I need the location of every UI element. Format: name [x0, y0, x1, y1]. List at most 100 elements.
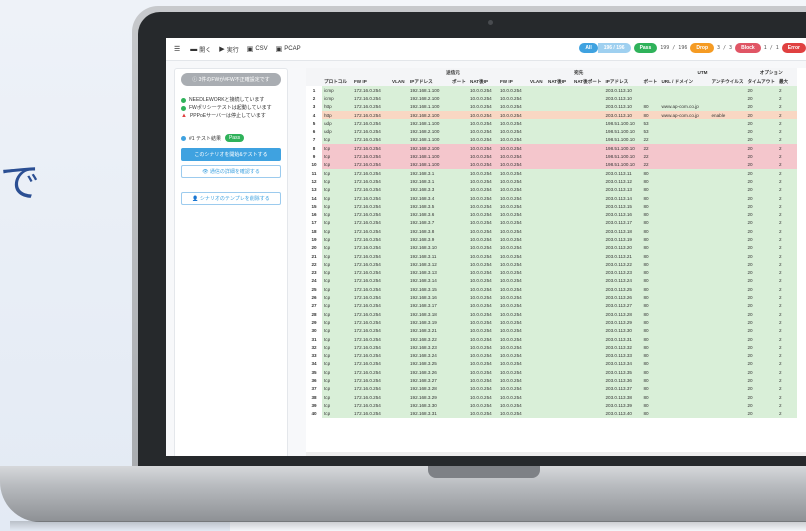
- table-cell: 20: [745, 310, 777, 319]
- table-cell: 172.16.0.254: [352, 152, 390, 161]
- table-cell: 10.0.0.254: [498, 177, 528, 186]
- table-row[interactable]: 34 tcp 172.16.0.254 192.168.3.25 10.0.0.254 1…: [306, 359, 797, 369]
- table-cell: [528, 160, 546, 169]
- column-header[interactable]: NAT後ポート: [572, 77, 604, 86]
- table-cell: 172.16.0.254: [352, 260, 390, 269]
- table-row[interactable]: 2 icmp 172.16.0.254 192.168.2.100 10.0.0.254…: [306, 94, 797, 103]
- column-header[interactable]: IPアドレス: [603, 77, 642, 86]
- table-cell: 172.16.0.254: [352, 202, 390, 211]
- open-button[interactable]: ▬ 開く: [190, 45, 211, 54]
- table-row[interactable]: 29 tcp 172.16.0.254 192.168.3.19 10.0.0.254 1…: [306, 318, 797, 327]
- table-cell: 10.0.0.254: [468, 401, 498, 410]
- menu-button[interactable]: ☰: [174, 45, 182, 53]
- table-cell: [390, 260, 408, 269]
- column-header[interactable]: NAT後IP: [468, 77, 498, 86]
- run-button[interactable]: ▶ 実行: [219, 45, 238, 54]
- table-row[interactable]: 10 tcp 172.16.0.254 192.168.1.100 10.0.0.254…: [306, 160, 797, 169]
- table-row[interactable]: 8 tcp 172.16.0.254 192.168.2.100 10.0.0.254 1…: [306, 144, 797, 153]
- csv-button[interactable]: ▣ CSV: [247, 45, 268, 53]
- horizontal-scrollbar[interactable]: [306, 452, 806, 456]
- table-row[interactable]: 27 tcp 172.16.0.254 192.168.3.17 10.0.0.254 1…: [306, 301, 797, 311]
- filter-drop-button[interactable]: Drop: [690, 43, 715, 53]
- view-traffic-detail-button[interactable]: 👁 通信の詳細を確認する: [181, 165, 281, 178]
- table-cell: [390, 301, 408, 311]
- table-row[interactable]: 36 tcp 172.16.0.254 192.168.3.27 10.0.0.254 1…: [306, 376, 797, 385]
- table-row[interactable]: 19 tcp 172.16.0.254 192.168.3.9 10.0.0.254 10…: [306, 235, 797, 244]
- table-row[interactable]: 11 tcp 172.16.0.254 192.168.3.1 10.0.0.254 10…: [306, 168, 797, 178]
- table-row[interactable]: 4 http 172.16.0.254 192.168.2.100 10.0.0.254…: [306, 110, 797, 120]
- table-cell: [390, 392, 408, 402]
- table-row[interactable]: 1 icmp 172.16.0.254 192.168.1.100 10.0.0.254…: [306, 86, 797, 95]
- table-row[interactable]: 15 tcp 172.16.0.254 192.168.3.5 10.0.0.254 10…: [306, 202, 797, 211]
- table-cell: [450, 177, 468, 186]
- pcap-button[interactable]: ▣ PCAP: [276, 45, 301, 53]
- column-header[interactable]: VLAN: [528, 77, 546, 86]
- table-cell: [546, 343, 572, 352]
- table-cell: [528, 351, 546, 360]
- column-header[interactable]: IPアドレス: [408, 77, 450, 86]
- table-row[interactable]: 26 tcp 172.16.0.254 192.168.3.16 10.0.0.254 1…: [306, 293, 797, 302]
- table-row[interactable]: 7 tcp 172.16.0.254 192.168.1.100 10.0.0.254 1…: [306, 135, 797, 145]
- table-cell: [709, 368, 746, 377]
- column-header[interactable]: [306, 77, 322, 86]
- table-cell: 2: [776, 193, 797, 203]
- table-row[interactable]: 39 tcp 172.16.0.254 192.168.3.30 10.0.0.254 1…: [306, 401, 797, 410]
- table-row[interactable]: 33 tcp 172.16.0.254 192.168.3.24 10.0.0.254 1…: [306, 351, 797, 360]
- column-header[interactable]: FW IP: [352, 77, 390, 86]
- table-cell: 80: [641, 293, 660, 302]
- table-row[interactable]: 6 udp 172.16.0.254 192.168.2.100 10.0.0.254 1…: [306, 127, 797, 136]
- filter-pass-button[interactable]: Pass: [633, 43, 658, 53]
- table-row[interactable]: 38 tcp 172.16.0.254 192.168.3.29 10.0.0.254 1…: [306, 392, 797, 402]
- row-number: 34: [306, 359, 322, 369]
- table-row[interactable]: 28 tcp 172.16.0.254 192.168.3.18 10.0.0.254 1…: [306, 310, 797, 319]
- table-row[interactable]: 18 tcp 172.16.0.254 192.168.3.8 10.0.0.254 10…: [306, 227, 797, 236]
- table-row[interactable]: 16 tcp 172.16.0.254 192.168.3.6 10.0.0.254 10…: [306, 210, 797, 219]
- table-row[interactable]: 24 tcp 172.16.0.254 192.168.3.14 10.0.0.254 1…: [306, 276, 797, 286]
- filter-all-button[interactable]: All: [579, 43, 598, 53]
- table-cell: udp: [322, 127, 352, 136]
- column-header[interactable]: 最大: [776, 77, 797, 86]
- filter-block-button[interactable]: Block: [735, 43, 761, 53]
- column-header[interactable]: プロトコル: [322, 77, 352, 86]
- column-header[interactable]: NAT後IP: [546, 77, 572, 86]
- table-row[interactable]: 37 tcp 172.16.0.254 192.168.3.28 10.0.0.254 1…: [306, 384, 797, 393]
- table-row[interactable]: 17 tcp 172.16.0.254 192.168.3.7 10.0.0.254 10…: [306, 218, 797, 228]
- table-row[interactable]: 32 tcp 172.16.0.254 192.168.3.23 10.0.0.254 1…: [306, 343, 797, 352]
- table-row[interactable]: 5 udp 172.16.0.254 192.168.1.100 10.0.0.254 1…: [306, 119, 797, 128]
- filter-error-button[interactable]: Error: [781, 43, 806, 53]
- table-cell: 80: [641, 185, 660, 194]
- table-row[interactable]: 12 tcp 172.16.0.254 192.168.3.1 10.0.0.254 10…: [306, 177, 797, 186]
- table-row[interactable]: 35 tcp 172.16.0.254 192.168.3.26 10.0.0.254 1…: [306, 368, 797, 377]
- info-icon: [181, 135, 186, 141]
- table-row[interactable]: 21 tcp 172.16.0.254 192.168.3.11 10.0.0.254 1…: [306, 251, 797, 261]
- column-header[interactable]: FW IP: [498, 77, 528, 86]
- column-header[interactable]: タイムアウト: [745, 77, 777, 86]
- table-row[interactable]: 22 tcp 172.16.0.254 192.168.3.12 10.0.0.254 1…: [306, 260, 797, 269]
- column-header[interactable]: VLAN: [390, 77, 408, 86]
- table-row[interactable]: 9 tcp 172.16.0.254 192.168.1.100 10.0.0.254 1…: [306, 152, 797, 161]
- column-header[interactable]: ポート: [450, 77, 468, 86]
- column-header[interactable]: アンチウイルス: [709, 77, 746, 86]
- table-cell: 10.0.0.254: [498, 168, 528, 178]
- row-number: 18: [306, 227, 322, 236]
- table-row[interactable]: 31 tcp 172.16.0.254 192.168.3.22 10.0.0.254 1…: [306, 334, 797, 344]
- column-header[interactable]: URL / ドメイン: [659, 77, 710, 86]
- column-header[interactable]: ポート: [641, 77, 660, 86]
- retest-scenario-button[interactable]: このシナリオを開始&テストする: [181, 148, 281, 161]
- table-cell: [390, 401, 408, 410]
- table-row[interactable]: 40 tcp 172.16.0.254 192.168.3.31 10.0.0.254 1…: [306, 409, 797, 418]
- table-row[interactable]: 20 tcp 172.16.0.254 192.168.3.10 10.0.0.254 1…: [306, 243, 797, 252]
- table-cell: 80: [641, 276, 660, 286]
- table-cell: 10.0.0.254: [498, 119, 528, 128]
- table-row[interactable]: 25 tcp 172.16.0.254 192.168.3.15 10.0.0.254 1…: [306, 285, 797, 294]
- table-row[interactable]: 3 http 172.16.0.254 192.168.1.100 10.0.0.254…: [306, 102, 797, 111]
- table-row[interactable]: 14 tcp 172.16.0.254 192.168.3.4 10.0.0.254 10…: [306, 193, 797, 203]
- table-row[interactable]: 30 tcp 172.16.0.254 192.168.3.21 10.0.0.254 1…: [306, 326, 797, 335]
- table-row[interactable]: 13 tcp 172.16.0.254 192.168.3.3 10.0.0.254 10…: [306, 185, 797, 194]
- pass-count: 199 / 196: [660, 45, 688, 51]
- table-cell: 203.0.113.29: [603, 318, 642, 327]
- delete-scenario-template-button[interactable]: 👤 シナリオのテンプレを削除する: [181, 192, 281, 205]
- fw-config-notice[interactable]: ⓘ 3件のFWが#FW不正確設定です: [181, 73, 281, 86]
- table-row[interactable]: 23 tcp 172.16.0.254 192.168.3.13 10.0.0.254 1…: [306, 268, 797, 277]
- row-number: 25: [306, 285, 322, 294]
